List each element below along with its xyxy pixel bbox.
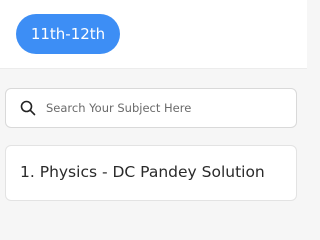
subject-title: 1. Physics - DC Pandey Solution xyxy=(20,163,265,181)
search-icon xyxy=(19,99,37,117)
class-filter-button[interactable]: 11th-12th xyxy=(16,14,120,54)
header-panel: 11th-12th xyxy=(0,0,307,69)
search-input[interactable] xyxy=(46,101,276,115)
search-bar[interactable] xyxy=(5,88,297,128)
subject-list-item[interactable]: 1. Physics - DC Pandey Solution xyxy=(5,145,297,201)
